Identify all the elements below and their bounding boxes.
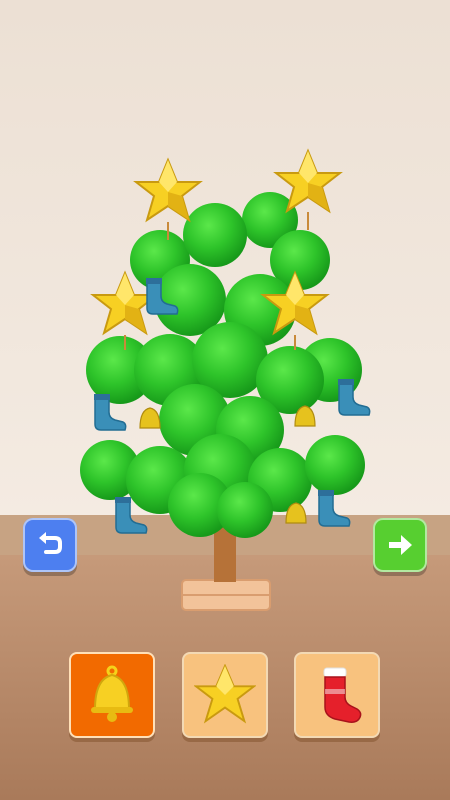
tool-bell-button[interactable] <box>69 652 155 738</box>
next-button[interactable] <box>373 518 427 572</box>
arrow-right-icon <box>389 535 412 555</box>
stocking-icon <box>323 667 362 723</box>
tool-star-button[interactable] <box>182 652 268 738</box>
star-icon <box>194 664 256 724</box>
undo-icon <box>39 532 62 554</box>
undo-button[interactable] <box>23 518 77 572</box>
tree-stand <box>181 579 271 611</box>
bell-icon <box>91 665 133 722</box>
tool-stocking-button[interactable] <box>294 652 380 738</box>
